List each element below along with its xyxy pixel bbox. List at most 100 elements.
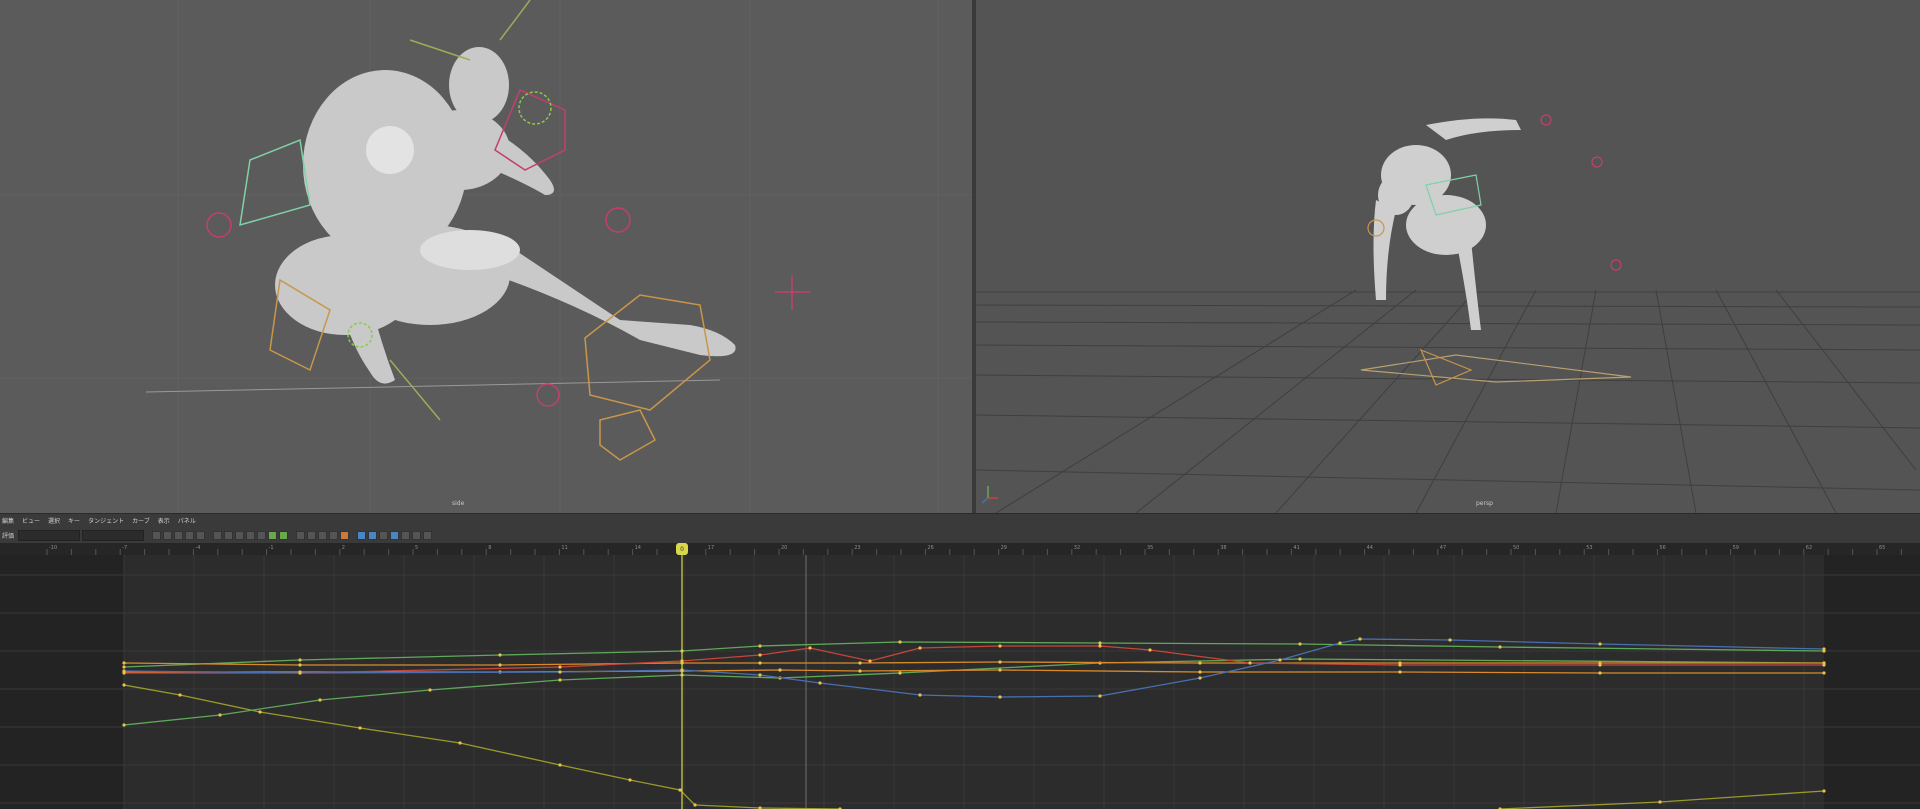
keyframe-point[interactable]: [808, 646, 812, 650]
keyframe-point[interactable]: [122, 683, 126, 687]
character-model-persp[interactable]: [1373, 118, 1522, 330]
keyframe-point[interactable]: [458, 741, 462, 745]
keyframe-point[interactable]: [628, 778, 632, 782]
menu-select[interactable]: 選択: [48, 516, 60, 528]
keyframe-point[interactable]: [298, 663, 302, 667]
keyframe-point[interactable]: [558, 670, 562, 674]
keyframe-point[interactable]: [122, 669, 126, 673]
keyframe-point[interactable]: [998, 668, 1002, 672]
menu-tangents[interactable]: タンジェント: [88, 516, 124, 528]
unify-tangent-icon[interactable]: [307, 530, 317, 540]
keyframe-point[interactable]: [858, 661, 862, 665]
region-icon[interactable]: [185, 530, 195, 540]
keyframe-point[interactable]: [758, 644, 762, 648]
keyframe-point[interactable]: [258, 710, 262, 714]
cycle-icon[interactable]: [401, 530, 411, 540]
flat-tangent-icon[interactable]: [246, 530, 256, 540]
keyframe-point[interactable]: [1248, 661, 1252, 665]
side-viewport[interactable]: side: [0, 0, 972, 513]
keyframe-point[interactable]: [1398, 663, 1402, 667]
keyframe-point[interactable]: [758, 673, 762, 677]
keyframe-point[interactable]: [918, 646, 922, 650]
keyframe-point[interactable]: [998, 660, 1002, 664]
keyframe-point[interactable]: [1338, 641, 1342, 645]
keyframe-point[interactable]: [558, 763, 562, 767]
free-weight-icon[interactable]: [318, 530, 328, 540]
keyframe-point[interactable]: [778, 668, 782, 672]
keyframe-point[interactable]: [558, 665, 562, 669]
keyframe-point[interactable]: [1148, 648, 1152, 652]
key-stats-icon[interactable]: [412, 530, 422, 540]
spline-tangent-icon[interactable]: [213, 530, 223, 540]
keyframe-point[interactable]: [1098, 644, 1102, 648]
keyframe-point[interactable]: [558, 678, 562, 682]
auto-tangent-icon[interactable]: [279, 530, 289, 540]
keyframe-point[interactable]: [318, 698, 322, 702]
keyframe-point[interactable]: [898, 671, 902, 675]
keyframe-point[interactable]: [178, 693, 182, 697]
keyframe-point[interactable]: [218, 713, 222, 717]
character-model[interactable]: [275, 47, 736, 384]
keyframe-point[interactable]: [918, 693, 922, 697]
keyframe-point[interactable]: [122, 723, 126, 727]
curve-olive-tail[interactable]: [1499, 790, 1825, 809]
normalize-icon[interactable]: [357, 530, 367, 540]
keyframe-point[interactable]: [693, 803, 697, 807]
insert-key-icon[interactable]: [163, 530, 173, 540]
curve-snap-icon[interactable]: [423, 530, 433, 540]
keyframe-point[interactable]: [122, 661, 126, 665]
keyframe-point[interactable]: [298, 671, 302, 675]
keyframe-point[interactable]: [1198, 670, 1202, 674]
keyframe-point[interactable]: [868, 659, 872, 663]
menu-edit[interactable]: 編集: [2, 516, 14, 528]
buffer-curve-icon[interactable]: [340, 530, 350, 540]
plateau-tangent-icon[interactable]: [268, 530, 278, 540]
retime-icon[interactable]: [196, 530, 206, 540]
keyframe-point[interactable]: [858, 669, 862, 673]
time-ruler[interactable]: -10 -7 -4 -1 2 5 8 11 14 17 20 23 26 29 32 35 38 41 44 47 50…: [0, 543, 1920, 555]
keyframe-point[interactable]: [1822, 671, 1826, 675]
keyframe-point[interactable]: [1448, 638, 1452, 642]
menu-panels[interactable]: パネル: [178, 516, 196, 528]
keyframe-point[interactable]: [1298, 657, 1302, 661]
clamped-tangent-icon[interactable]: [224, 530, 234, 540]
keyframe-point[interactable]: [1198, 661, 1202, 665]
lock-weight-icon[interactable]: [329, 530, 339, 540]
keyframe-point[interactable]: [428, 688, 432, 692]
menu-view[interactable]: ビュー: [22, 516, 40, 528]
keyframe-point[interactable]: [998, 644, 1002, 648]
keyframe-point[interactable]: [1298, 642, 1302, 646]
keyframe-point[interactable]: [758, 661, 762, 665]
linear-tangent-icon[interactable]: [235, 530, 245, 540]
keyframe-point[interactable]: [298, 658, 302, 662]
keyframe-point[interactable]: [998, 695, 1002, 699]
denormalize-icon[interactable]: [368, 530, 378, 540]
keyframe-point[interactable]: [818, 681, 822, 685]
move-key-icon[interactable]: [152, 530, 162, 540]
keyframe-point[interactable]: [1822, 647, 1826, 651]
keyframe-point[interactable]: [1098, 694, 1102, 698]
keyframe-point[interactable]: [1822, 789, 1826, 793]
graph-editor-canvas[interactable]: [0, 555, 1920, 809]
menu-curves[interactable]: カーブ: [132, 516, 150, 528]
curve-olive[interactable]: [123, 684, 841, 809]
rig-controls[interactable]: [206, 0, 810, 461]
keyframe-point[interactable]: [122, 665, 126, 669]
keyframe-point[interactable]: [498, 663, 502, 667]
persp-viewport[interactable]: persp: [976, 0, 1920, 513]
keyframe-point[interactable]: [498, 653, 502, 657]
keyframe-point[interactable]: [1598, 663, 1602, 667]
keyframe-point[interactable]: [1198, 676, 1202, 680]
break-tangent-icon[interactable]: [296, 530, 306, 540]
lattice-icon[interactable]: [174, 530, 184, 540]
keyframe-point[interactable]: [678, 788, 682, 792]
menu-keys[interactable]: キー: [68, 516, 80, 528]
stats-field-1[interactable]: [18, 529, 81, 541]
keyframe-point[interactable]: [1598, 642, 1602, 646]
menu-show[interactable]: 表示: [158, 516, 170, 528]
keyframe-point[interactable]: [358, 726, 362, 730]
step-tangent-icon[interactable]: [257, 530, 267, 540]
post-infinity-icon[interactable]: [390, 530, 400, 540]
keyframe-point[interactable]: [898, 640, 902, 644]
pre-infinity-icon[interactable]: [379, 530, 389, 540]
